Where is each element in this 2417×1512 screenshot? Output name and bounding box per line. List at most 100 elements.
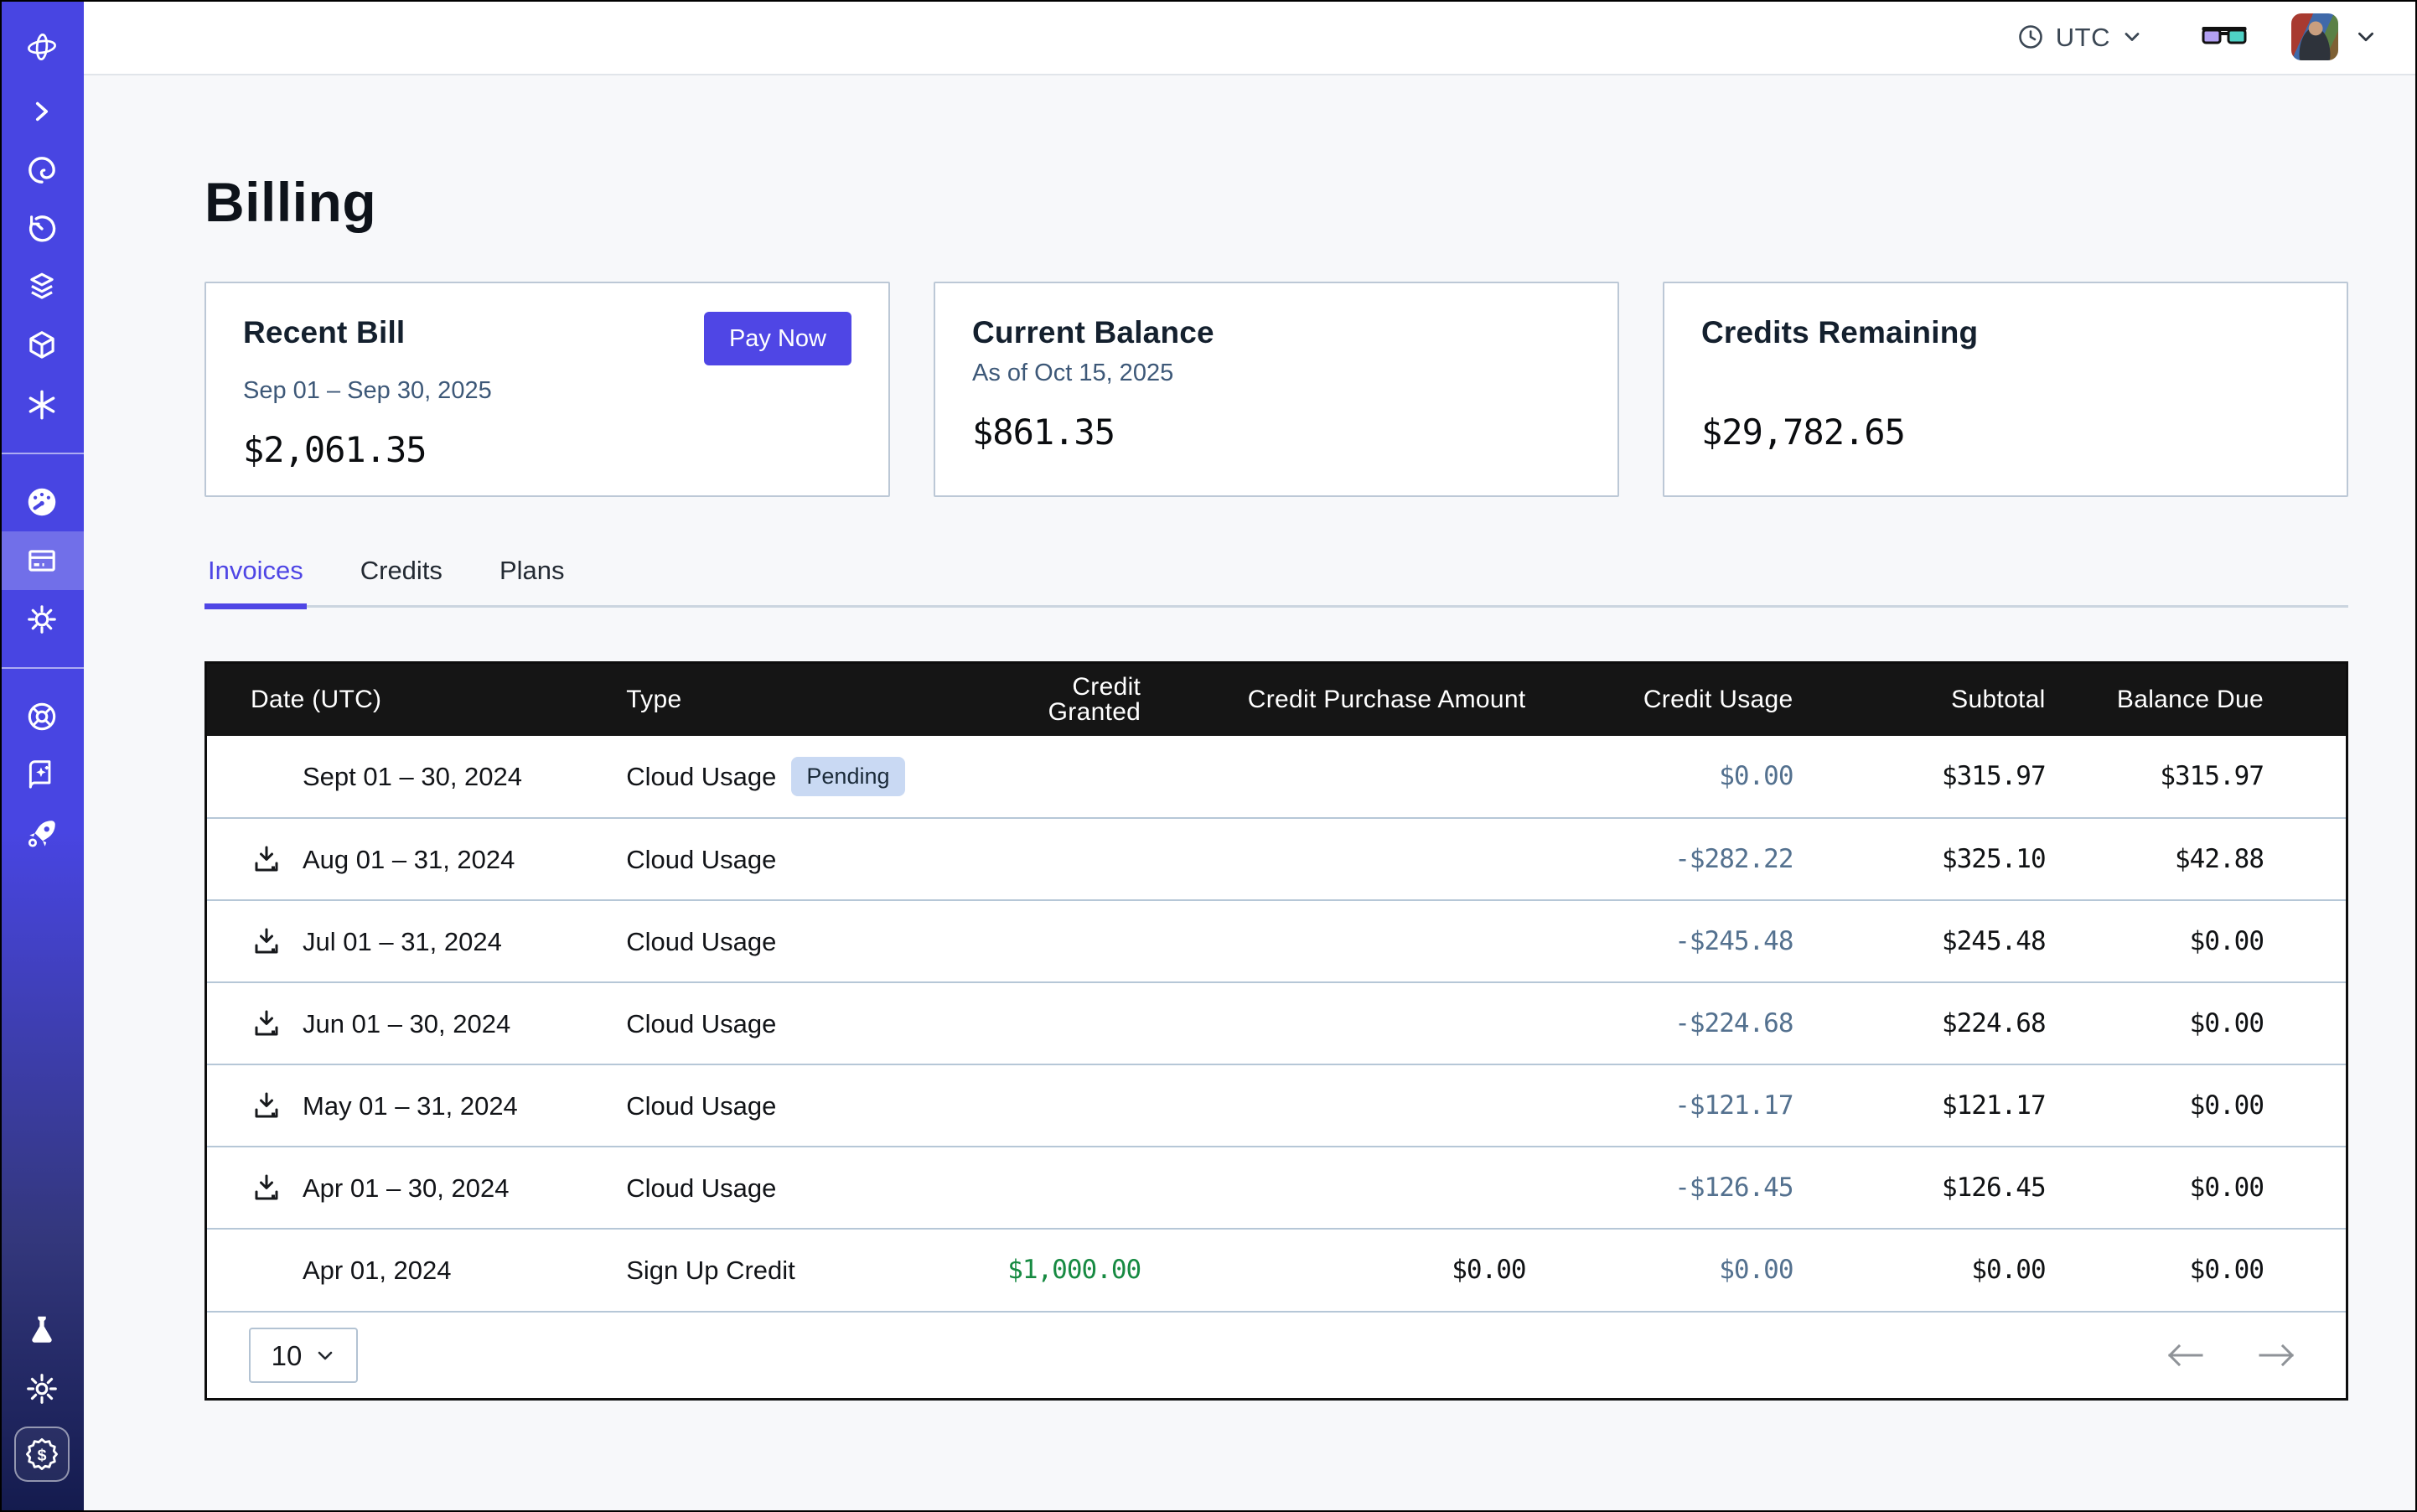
invoice-row: Apr 01, 2024 Sign Up Credit $1,000.00 $0…	[207, 1229, 2346, 1311]
credits-remaining-card: Credits Remaining $29,782.65	[1663, 282, 2348, 497]
credit-granted-value	[964, 818, 1161, 900]
column-header-date: Date (UTC)	[207, 664, 626, 736]
timezone-label: UTC	[2056, 24, 2110, 50]
tab-invoices[interactable]: Invoices	[204, 557, 307, 609]
invoice-row: May 01 – 31, 2024 Cloud Usage -$121.17 $…	[207, 1064, 2346, 1147]
chevron-down-icon	[315, 1345, 335, 1365]
flask-icon[interactable]	[0, 1301, 84, 1359]
orbit-logo-icon[interactable]	[0, 12, 84, 82]
balance-due-value: $0.00	[2066, 900, 2346, 982]
lifesaver-icon[interactable]	[0, 687, 84, 746]
asterisk-icon[interactable]	[0, 375, 84, 434]
balance-due-value: $0.00	[2066, 1064, 2346, 1147]
subtotal-value: $224.68	[1814, 982, 2066, 1064]
invoice-row: Aug 01 – 31, 2024 Cloud Usage -$282.22 $…	[207, 818, 2346, 900]
card-amount: $861.35	[972, 415, 1581, 450]
user-avatar[interactable]	[2291, 13, 2338, 60]
invoice-row: Sept 01 – 30, 2024 Cloud Usage Pending $…	[207, 736, 2346, 818]
balance-due-value: $0.00	[2066, 1147, 2346, 1229]
page-size-select[interactable]: 10	[249, 1328, 358, 1383]
balance-due-value: $0.00	[2066, 1229, 2346, 1311]
card-title: Current Balance	[972, 317, 1214, 348]
book-sparkle-icon[interactable]	[0, 746, 84, 805]
chevron-right-icon[interactable]	[0, 82, 84, 141]
invoice-row: Jun 01 – 30, 2024 Cloud Usage -$224.68 $…	[207, 982, 2346, 1064]
column-header-credit-granted: Credit Granted	[964, 664, 1161, 736]
card-title: Recent Bill	[243, 317, 405, 348]
credit-purchase-amount-value	[1161, 1064, 1545, 1147]
column-header-credit-usage: Credit Usage	[1546, 664, 1814, 736]
balance-due-value: $0.00	[2066, 982, 2346, 1064]
subtotal-value: $126.45	[1814, 1147, 2066, 1229]
invoice-date: Apr 01 – 30, 2024	[303, 1175, 509, 1201]
credit-purchase-amount-value	[1161, 982, 1545, 1064]
credit-usage-value: -$126.45	[1546, 1147, 1814, 1229]
invoice-type: Sign Up Credit	[626, 1257, 795, 1283]
timezone-dropdown[interactable]: UTC	[2017, 23, 2142, 50]
credit-usage-value: -$224.68	[1546, 982, 1814, 1064]
tab-plans[interactable]: Plans	[496, 557, 568, 609]
invoice-date: Aug 01 – 31, 2024	[303, 847, 515, 873]
credit-purchase-amount-value	[1161, 900, 1545, 982]
cube-icon[interactable]	[0, 317, 84, 375]
balance-due-value: $42.88	[2066, 818, 2346, 900]
invoice-type: Cloud Usage	[626, 1093, 776, 1119]
download-invoice-icon[interactable]	[251, 925, 282, 957]
rocket-icon[interactable]	[0, 805, 84, 863]
download-invoice-icon[interactable]	[251, 843, 282, 875]
summary-cards: Recent Bill Pay Now Sep 01 – Sep 30, 202…	[204, 282, 2348, 497]
download-invoice-icon[interactable]	[251, 1007, 282, 1039]
subtotal-value: $0.00	[1814, 1229, 2066, 1311]
dollar-badge-button[interactable]: $	[14, 1427, 70, 1482]
gear-icon[interactable]	[0, 590, 84, 649]
arrow-right-icon[interactable]	[2257, 1341, 2297, 1370]
gauge-icon[interactable]	[0, 473, 84, 531]
invoice-date: Jul 01 – 31, 2024	[303, 929, 502, 955]
credit-granted-value	[964, 736, 1161, 818]
layers-icon[interactable]	[0, 258, 84, 317]
chevron-down-icon	[2122, 27, 2142, 47]
credit-usage-value: -$245.48	[1546, 900, 1814, 982]
sidebar-item-billing[interactable]	[0, 531, 84, 590]
card-subtitle	[1701, 361, 2310, 386]
column-header-type: Type	[626, 664, 964, 736]
invoices-table: Date (UTC) Type Credit Granted Credit Pu…	[204, 661, 2348, 1401]
invoice-date: May 01 – 31, 2024	[303, 1093, 518, 1119]
invoice-type: Cloud Usage	[626, 1011, 776, 1037]
invoice-type: Cloud Usage	[626, 929, 776, 955]
page-title: Billing	[204, 174, 2348, 230]
subtotal-value: $245.48	[1814, 900, 2066, 982]
pay-now-button[interactable]: Pay Now	[704, 312, 851, 365]
sidebar-divider	[0, 667, 84, 669]
invoice-date: Apr 01, 2024	[303, 1257, 452, 1283]
credit-granted-value: $1,000.00	[964, 1229, 1161, 1311]
spiral-icon[interactable]	[0, 141, 84, 199]
download-invoice-icon[interactable]	[251, 1172, 282, 1204]
invoice-row: Apr 01 – 30, 2024 Cloud Usage -$126.45 $…	[207, 1147, 2346, 1229]
credit-purchase-amount-value	[1161, 736, 1545, 818]
chevron-down-icon[interactable]	[2355, 26, 2377, 48]
subtotal-value: $325.10	[1814, 818, 2066, 900]
tab-credits[interactable]: Credits	[357, 557, 446, 609]
3d-glasses-icon[interactable]	[2201, 24, 2248, 49]
card-title: Credits Remaining	[1701, 317, 1978, 348]
credit-granted-value	[964, 1147, 1161, 1229]
credit-usage-value: $0.00	[1546, 1229, 1814, 1311]
sidebar-divider	[0, 453, 84, 454]
download-invoice-icon[interactable]	[251, 1090, 282, 1121]
credit-granted-value	[964, 1064, 1161, 1147]
timer-icon[interactable]	[0, 199, 84, 258]
arrow-left-icon[interactable]	[2165, 1341, 2205, 1370]
sun-icon[interactable]	[0, 1359, 84, 1418]
credit-usage-value: $0.00	[1546, 736, 1814, 818]
topbar: UTC	[84, 0, 2417, 75]
invoice-date: Sept 01 – 30, 2024	[303, 764, 522, 790]
subtotal-value: $315.97	[1814, 736, 2066, 818]
page-size-value: 10	[272, 1342, 303, 1370]
invoice-type: Cloud Usage	[626, 847, 776, 873]
recent-bill-card: Recent Bill Pay Now Sep 01 – Sep 30, 202…	[204, 282, 890, 497]
main-content: Billing Recent Bill Pay Now Sep 01 – Sep…	[84, 75, 2417, 1512]
card-subtitle: Sep 01 – Sep 30, 2025	[243, 379, 851, 404]
table-pagination: 10	[207, 1311, 2346, 1398]
table-header-row: Date (UTC) Type Credit Granted Credit Pu…	[207, 664, 2346, 736]
